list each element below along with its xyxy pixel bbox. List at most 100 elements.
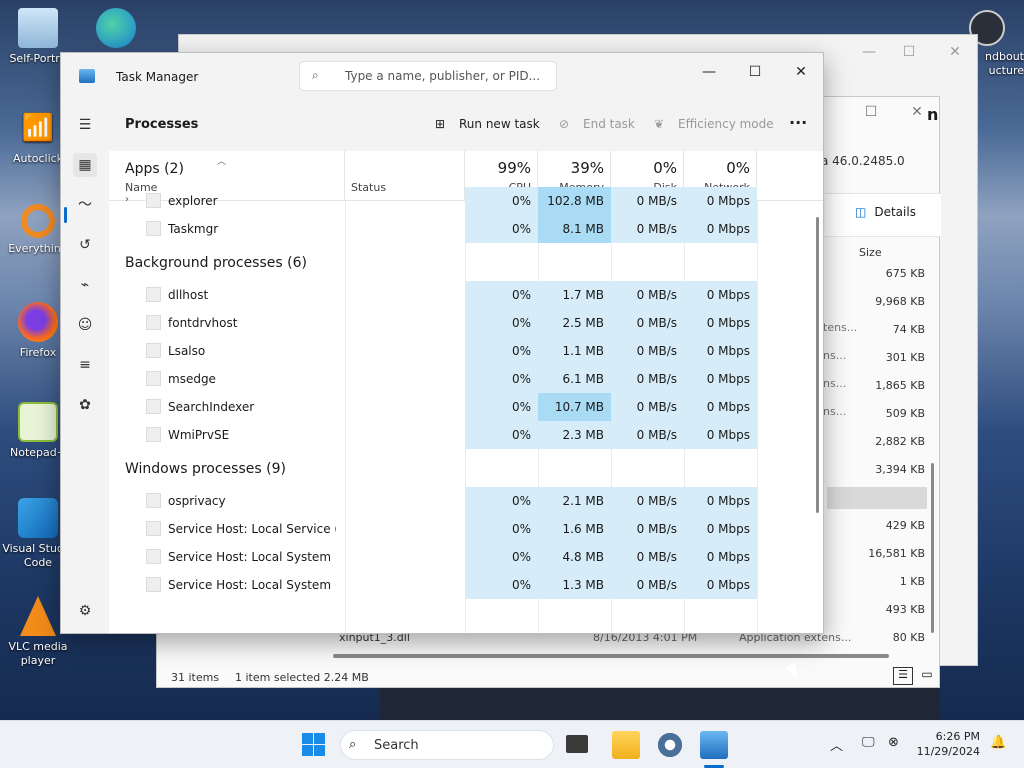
disk-cell: 0 MB/s	[611, 337, 684, 365]
size-cell: 675 KB	[885, 267, 925, 280]
process-group-header[interactable]: Apps (2)	[125, 161, 184, 177]
network-cell: 0 Mbps	[684, 393, 757, 421]
process-row[interactable]: dllhost 0% 1.7 MB 0 MB/s 0 Mbps	[109, 281, 823, 309]
edge-icon	[96, 8, 136, 48]
process-row[interactable]: › explorer 0% 102.8 MB 0 MB/s 0 Mbps	[109, 187, 823, 215]
start-button[interactable]	[300, 731, 328, 759]
cpu-cell: 0%	[465, 421, 538, 449]
size-column-header[interactable]: Size	[859, 246, 882, 259]
version-text: a 46.0.2485.0	[821, 154, 905, 168]
size-cell: 429 KB	[885, 519, 925, 532]
cpu-cell: 0%	[465, 281, 538, 309]
scrollbar-thumb[interactable]	[333, 654, 889, 658]
notepadpp-icon	[18, 402, 58, 442]
chevron-up-icon[interactable]: ︿	[830, 735, 843, 754]
details-nav-icon[interactable]: ≡	[73, 353, 97, 377]
taskbar-search[interactable]: ⌕ Search	[340, 730, 554, 760]
processes-nav-icon[interactable]: ▦	[73, 153, 97, 177]
process-row[interactable]: SearchIndexer 0% 10.7 MB 0 MB/s 0 Mbps	[109, 393, 823, 421]
network-cell: 0 Mbps	[684, 487, 757, 515]
process-icon	[146, 549, 161, 564]
settings-gear-icon[interactable]: ⚙	[73, 599, 97, 623]
details-button[interactable]: ◫ Details	[855, 205, 916, 219]
efficiency-mode-button[interactable]: ❦ Efficiency mode	[654, 117, 774, 131]
process-row[interactable]: WmiPrvSE 0% 2.3 MB 0 MB/s 0 Mbps	[109, 421, 823, 449]
process-group-header[interactable]: Background processes (6)	[125, 255, 307, 271]
explorer-maximize-button[interactable]: ☐	[851, 99, 891, 125]
bg-maximize-button[interactable]: ☐	[889, 39, 929, 65]
task-view-icon[interactable]	[566, 735, 588, 753]
minimize-button[interactable]: —	[689, 59, 729, 85]
size-cell: 16,581 KB	[868, 547, 925, 560]
process-row[interactable]: fontdrvhost 0% 2.5 MB 0 MB/s 0 Mbps	[109, 309, 823, 337]
run-new-task-button[interactable]: ⊞ Run new task	[435, 117, 540, 131]
process-row[interactable]: Service Host: Local Service (N... 0%1.6 M…	[109, 515, 823, 543]
process-table: ︿ Name Status 99% CPU 39% Memory 0% Disk…	[109, 151, 823, 633]
file-explorer-taskbar-icon[interactable]	[612, 731, 640, 759]
large-icons-view-icon[interactable]: ▭	[917, 667, 937, 685]
users-nav-icon[interactable]: ☺	[73, 313, 97, 337]
clock-time: 6:26 PM	[935, 730, 980, 743]
system-clock[interactable]: 6:26 PM 11/29/2024	[916, 729, 980, 759]
process-row[interactable]: Service Host: Local System 0% 4.8 MB 0 MB/s…	[109, 543, 823, 571]
process-row[interactable]: osprivacy 0% 2.1 MB 0 MB/s 0 Mbps	[109, 487, 823, 515]
end-task-icon: ⊘	[559, 117, 570, 131]
search-box[interactable]: ⌕ Type a name, publisher, or PID...	[299, 61, 557, 91]
network-icon[interactable]: 🖵	[862, 735, 875, 750]
volume-muted-icon[interactable]: ⊗	[888, 735, 899, 750]
details-pane-icon: ◫	[855, 205, 867, 219]
task-manager-window[interactable]: Task Manager ⌕ Type a name, publisher, o…	[60, 52, 824, 634]
services-nav-icon[interactable]: ✿	[73, 393, 97, 417]
process-row[interactable]: Service Host: Local System (N... 0%1.3 MB…	[109, 571, 823, 599]
settings-taskbar-icon[interactable]	[656, 731, 684, 759]
network-cell: 0 Mbps	[684, 337, 757, 365]
startup-apps-nav-icon[interactable]: ⌁	[73, 273, 97, 297]
vertical-scrollbar[interactable]	[931, 463, 934, 633]
process-name: explorer	[168, 194, 218, 208]
process-group-header[interactable]: Windows processes (9)	[125, 461, 286, 477]
network-cell: 0 Mbps	[684, 215, 757, 243]
network-cell: 0 Mbps	[684, 187, 757, 215]
network-cell: 0 Mbps	[684, 515, 757, 543]
size-cell: 493 KB	[885, 603, 925, 616]
process-row[interactable]: Taskmgr 0% 8.1 MB 0 MB/s 0 Mbps	[109, 215, 823, 243]
horizontal-scrollbar[interactable]	[323, 652, 919, 660]
details-view-icon[interactable]: ☰	[893, 667, 913, 685]
title-bar[interactable]: Task Manager ⌕ Type a name, publisher, o…	[61, 53, 823, 101]
process-row[interactable]: msedge 0% 6.1 MB 0 MB/s 0 Mbps	[109, 365, 823, 393]
process-name: SearchIndexer	[168, 400, 255, 414]
cpu-cell: 0%	[465, 215, 538, 243]
cpu-cell: 0%	[465, 187, 538, 215]
more-options-button[interactable]: ···	[789, 113, 807, 132]
bg-close-button[interactable]: ✕	[935, 39, 975, 65]
process-icon	[146, 371, 161, 386]
vscode-icon	[18, 498, 58, 538]
selected-nav-indicator	[64, 207, 67, 223]
size-cell: 3,394 KB	[875, 463, 925, 476]
process-icon	[146, 427, 161, 442]
desktop-icon-edge[interactable]	[80, 8, 152, 52]
disk-cell: 0 MB/s	[611, 543, 684, 571]
notification-bell-icon[interactable]: 🔔	[990, 735, 1006, 750]
hamburger-menu-icon[interactable]: ☰	[73, 113, 97, 137]
memory-cell: 1.3 MB	[538, 571, 611, 599]
disk-cell: 0 MB/s	[611, 309, 684, 337]
status-item-count: 31 items	[171, 671, 220, 684]
expand-chevron-icon[interactable]: ›	[125, 194, 129, 205]
magnifier-icon	[21, 204, 55, 238]
sort-arrow-icon: ︿	[217, 157, 227, 167]
close-button[interactable]: ✕	[781, 59, 821, 85]
bg-minimize-button[interactable]: —	[849, 39, 889, 65]
task-manager-taskbar-icon[interactable]	[700, 731, 728, 759]
explorer-title-fragment: n	[927, 105, 939, 124]
process-icon	[146, 193, 161, 208]
performance-nav-icon[interactable]: 〜	[73, 193, 97, 217]
app-history-nav-icon[interactable]: ↺	[73, 233, 97, 257]
process-name: osprivacy	[168, 494, 226, 508]
add-task-icon: ⊞	[435, 117, 446, 131]
process-row[interactable]: Lsalso 0% 1.1 MB 0 MB/s 0 Mbps	[109, 337, 823, 365]
maximize-button[interactable]: ☐	[735, 59, 775, 85]
task-manager-app-icon	[79, 69, 95, 83]
end-task-button[interactable]: ⊘ End task	[559, 117, 635, 131]
desktop-icon-label: VLC media player	[8, 640, 68, 667]
